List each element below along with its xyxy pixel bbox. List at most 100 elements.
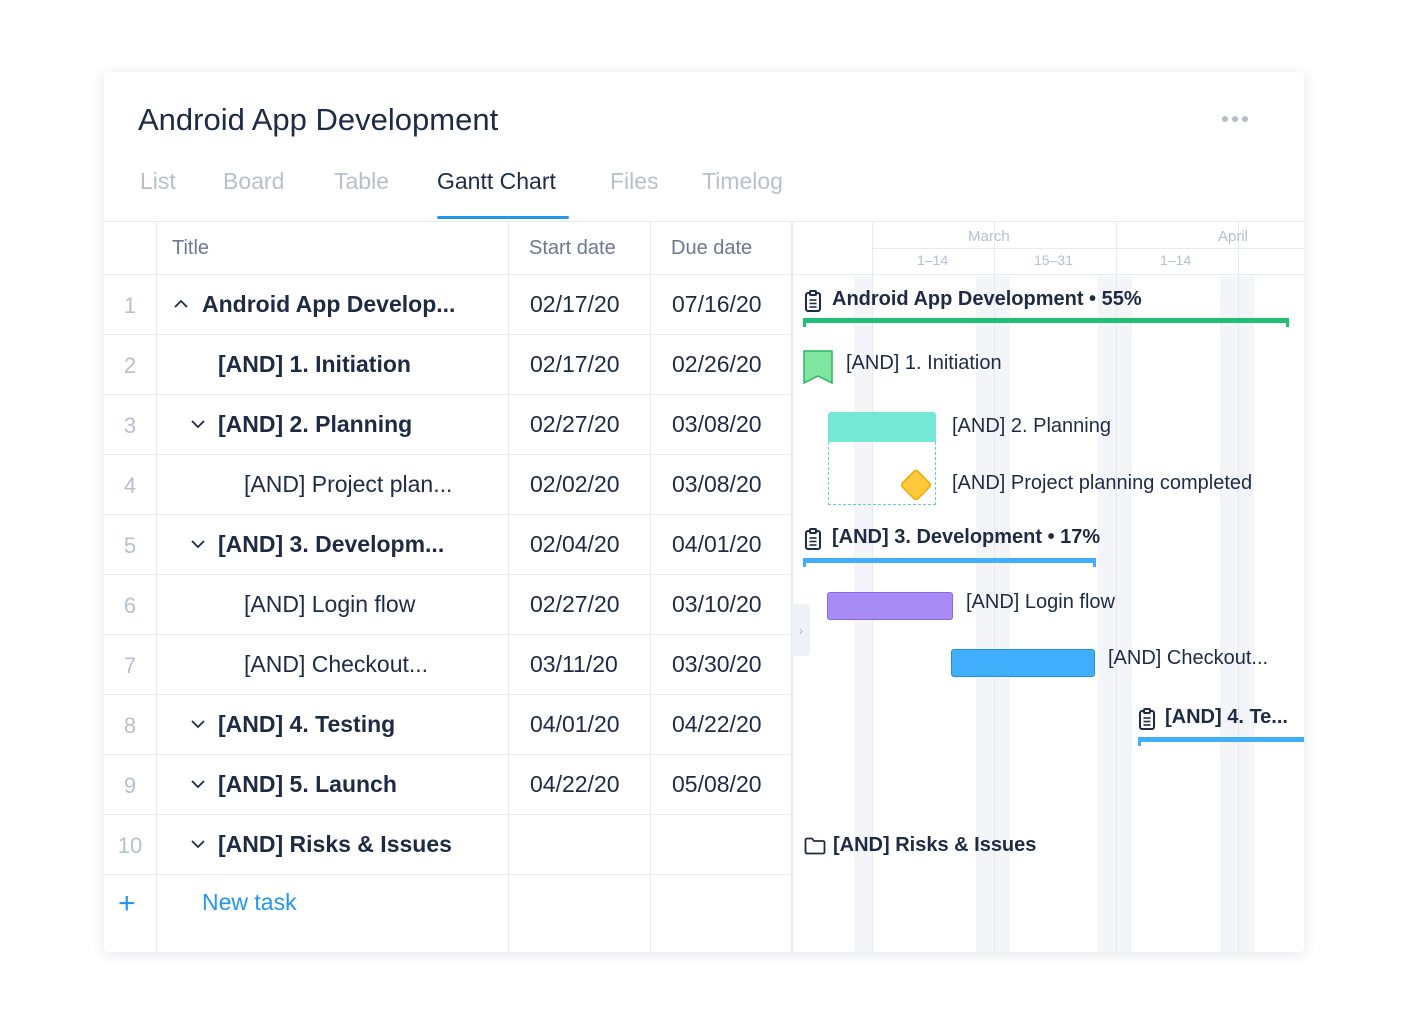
task-title[interactable]: [AND] 1. Initiation — [218, 351, 411, 378]
gantt-bar-testing[interactable] — [1138, 737, 1304, 742]
table-row[interactable]: 4 [AND] Project plan... 02/02/20 03/08/20 — [104, 455, 792, 515]
column-header-title[interactable]: Title — [172, 222, 209, 274]
tab-gantt-chart[interactable]: Gantt Chart — [437, 168, 556, 195]
gantt-bar-development[interactable] — [803, 558, 1096, 563]
start-date-cell[interactable]: 03/11/20 — [530, 651, 618, 678]
row-number: 6 — [123, 593, 137, 618]
gantt-label-login-flow: [AND] Login flow — [966, 591, 1115, 613]
gantt-label-testing: [AND] 4. Te... — [1165, 706, 1288, 728]
column-header-due-date[interactable]: Due date — [671, 222, 752, 274]
bar-end-cap — [803, 558, 806, 567]
gantt-bar-checkout[interactable] — [951, 649, 1095, 677]
table-row[interactable]: 5 [AND] 3. Developm... 02/04/20 04/01/20 — [104, 515, 792, 575]
start-date-cell[interactable]: 02/17/20 — [530, 351, 620, 378]
table-row[interactable]: 9 [AND] 5. Launch 04/22/20 05/08/20 — [104, 755, 792, 815]
start-date-cell[interactable]: 02/04/20 — [530, 531, 620, 558]
gantt-label-initiation: [AND] 1. Initiation — [846, 352, 1002, 374]
task-title[interactable]: [AND] Project plan... — [244, 471, 452, 498]
table-row[interactable]: 1 Android App Develop... 02/17/20 07/16/20 — [104, 275, 792, 335]
chevron-up-icon[interactable] — [171, 293, 191, 314]
start-date-cell[interactable]: 02/17/20 — [530, 291, 620, 318]
start-date-cell[interactable]: 04/01/20 — [530, 711, 620, 738]
page-title: Android App Development — [138, 102, 499, 137]
start-date-cell[interactable]: 02/27/20 — [530, 411, 620, 438]
bar-end-cap — [803, 318, 806, 327]
due-date-cell[interactable]: 07/16/20 — [672, 291, 762, 318]
tab-table[interactable]: Table — [334, 168, 389, 195]
gantt-divider — [1238, 222, 1239, 952]
start-date-cell[interactable]: 04/22/20 — [530, 771, 620, 798]
due-date-cell[interactable]: 02/26/20 — [672, 351, 762, 378]
table-row[interactable]: 2 [AND] 1. Initiation 02/17/20 02/26/20 — [104, 335, 792, 395]
folder-icon — [804, 837, 826, 855]
row-number: 4 — [123, 473, 137, 498]
new-task-button[interactable]: New task — [202, 889, 297, 916]
due-date-cell[interactable]: 03/08/20 — [672, 411, 762, 438]
chevron-down-icon[interactable] — [188, 833, 208, 854]
gantt-label-project: Android App Development • 55% — [832, 288, 1142, 310]
task-title[interactable]: [AND] Risks & Issues — [218, 831, 452, 858]
table-row[interactable]: 8 [AND] 4. Testing 04/01/20 04/22/20 — [104, 695, 792, 755]
milestone-flag-icon[interactable] — [803, 350, 833, 384]
gantt-bar-project[interactable] — [803, 318, 1289, 323]
clipboard-icon — [1139, 708, 1155, 730]
gantt-divider — [872, 248, 1304, 249]
task-grid: Title Start date Due date 1 Android App D… — [104, 222, 792, 952]
gantt-divider — [792, 222, 793, 952]
task-title[interactable]: [AND] 3. Developm... — [218, 531, 444, 558]
tab-files[interactable]: Files — [610, 168, 659, 195]
column-header-start-date[interactable]: Start date — [529, 222, 616, 274]
more-options-icon[interactable] — [1222, 112, 1254, 126]
new-task-row[interactable]: + New task — [104, 875, 792, 935]
month-label-april: April — [1218, 228, 1249, 245]
start-date-cell[interactable]: 02/02/20 — [530, 471, 620, 498]
chevron-down-icon[interactable] — [188, 773, 208, 794]
task-title[interactable]: [AND] Login flow — [244, 591, 415, 618]
task-title[interactable]: Android App Develop... — [202, 291, 455, 318]
gantt-divider — [792, 274, 1304, 275]
plus-icon[interactable]: + — [118, 887, 136, 921]
tab-timelog[interactable]: Timelog — [702, 168, 783, 195]
gantt-bar-login-flow[interactable] — [827, 592, 953, 620]
chevron-right-icon[interactable]: › — [792, 604, 810, 656]
gantt-label-planning: [AND] 2. Planning — [952, 415, 1111, 437]
period-label: 1–14 — [917, 252, 949, 268]
table-row[interactable]: 3 [AND] 2. Planning 02/27/20 03/08/20 — [104, 395, 792, 455]
start-date-cell[interactable]: 02/27/20 — [530, 591, 620, 618]
chevron-down-icon[interactable] — [188, 713, 208, 734]
due-date-cell[interactable]: 04/22/20 — [672, 711, 762, 738]
row-number: 5 — [123, 533, 137, 558]
period-label: 1–14 — [1160, 252, 1192, 268]
row-number: 8 — [123, 713, 137, 738]
task-title[interactable]: [AND] 2. Planning — [218, 411, 412, 438]
month-label-march: March — [968, 228, 1010, 245]
table-row[interactable]: 6 [AND] Login flow 02/27/20 03/10/20 — [104, 575, 792, 635]
due-date-cell[interactable]: 04/01/20 — [672, 531, 762, 558]
row-number: 3 — [123, 413, 137, 438]
bar-end-cap — [1093, 558, 1096, 567]
due-date-cell[interactable]: 03/08/20 — [672, 471, 762, 498]
table-row[interactable]: 7 [AND] Checkout... 03/11/20 03/30/20 — [104, 635, 792, 695]
row-number: 10 — [117, 833, 143, 858]
chevron-down-icon[interactable] — [188, 413, 208, 434]
gantt-bar-planning[interactable] — [828, 412, 936, 442]
gantt-timeline: March April 1–14 15–31 1–14 Android App … — [792, 222, 1304, 952]
due-date-cell[interactable]: 03/30/20 — [672, 651, 762, 678]
due-date-cell[interactable]: 05/08/20 — [672, 771, 762, 798]
weekend-band — [1098, 276, 1132, 952]
gantt-label-planning-completed: [AND] Project planning completed — [952, 472, 1253, 494]
due-date-cell[interactable]: 03/10/20 — [672, 591, 762, 618]
task-title[interactable]: [AND] Checkout... — [244, 651, 428, 678]
chevron-down-icon[interactable] — [188, 533, 208, 554]
row-number: 9 — [123, 773, 137, 798]
tab-list[interactable]: List — [140, 168, 176, 195]
table-row[interactable]: 10 [AND] Risks & Issues — [104, 815, 792, 875]
tab-board[interactable]: Board — [223, 168, 284, 195]
bar-end-cap — [1138, 737, 1141, 746]
weekend-band — [1220, 276, 1254, 952]
project-card: Android App Development List Board Table… — [104, 72, 1304, 952]
gantt-label-risks: [AND] Risks & Issues — [833, 834, 1037, 856]
task-title[interactable]: [AND] 4. Testing — [218, 711, 395, 738]
task-title[interactable]: [AND] 5. Launch — [218, 771, 397, 798]
milestone-diamond-icon[interactable] — [897, 466, 935, 504]
